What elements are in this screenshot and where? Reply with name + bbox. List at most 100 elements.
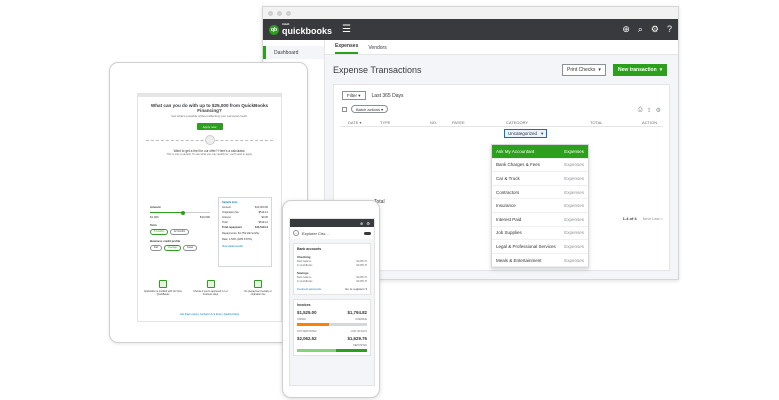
not-deposited-segment: [297, 349, 337, 352]
unpaid-bar: [297, 323, 367, 326]
plus-icon[interactable]: ⊕: [360, 221, 363, 226]
column-header[interactable]: CATEGORY: [506, 120, 528, 125]
back-icon[interactable]: ‹: [293, 230, 299, 236]
plus-icon[interactable]: ⊕: [622, 24, 630, 35]
dropdown-item[interactable]: Bank Charges & Fees Expenses: [492, 159, 588, 173]
connect-accounts-link[interactable]: Connect accounts: [297, 287, 321, 291]
tab-expenses[interactable]: Expenses: [335, 43, 359, 54]
sample-detail-link[interactable]: View detail results: [222, 245, 268, 248]
overdue-segment: [297, 323, 330, 326]
paid-label: NOT DEPOSITED: [297, 330, 317, 333]
bank-accounts-card: Bank accounts Checking Bank balance $3,685…: [293, 243, 371, 295]
term-option[interactable]: 12 months: [169, 229, 190, 235]
phone-top-bar: ⊕ ⚙: [290, 219, 374, 227]
toggle-switch[interactable]: [364, 231, 371, 235]
term-options: 6 months 12 months: [150, 229, 210, 235]
print-checks-button[interactable]: Print Checks ▾: [562, 64, 606, 76]
term-label: Term: [150, 223, 157, 227]
settings-icon[interactable]: ⚙: [656, 107, 661, 114]
dropdown-item-name: Contractors: [496, 189, 520, 195]
dropdown-item-type: Expenses: [564, 203, 584, 209]
new-transaction-button[interactable]: New transaction ▾: [613, 64, 668, 76]
dropdown-item-type: Expenses: [564, 189, 584, 195]
column-header[interactable]: NO.: [430, 120, 437, 125]
column-header[interactable]: DATE ▾: [348, 120, 362, 125]
window-dot[interactable]: [268, 10, 273, 16]
calculator-form: Amount $1,000 $10,000 Term 6 months 12 m…: [150, 201, 210, 251]
hamburger-icon[interactable]: ☰: [342, 24, 351, 35]
pager: 1-4 of 4 Next Last >: [623, 216, 663, 221]
table-tools: ⎙ ⇪ ⚙: [638, 107, 661, 114]
amount-min: $1,000: [150, 215, 159, 219]
dropdown-item[interactable]: Contractors Expenses: [492, 186, 588, 200]
dropdown-item[interactable]: Insurance Expenses: [492, 199, 588, 213]
window-dot[interactable]: [286, 10, 291, 16]
window-dot[interactable]: [277, 10, 282, 16]
dropdown-item[interactable]: Ask My Accountant Expenses: [492, 145, 588, 159]
deposited-amount: $1,629.76: [347, 336, 367, 341]
column-header[interactable]: TOTAL: [590, 120, 603, 125]
column-header[interactable]: ACTION: [642, 120, 657, 125]
export-icon[interactable]: ⇪: [647, 107, 652, 114]
bank-card-links: Connect accounts Go to registers ▾: [297, 287, 367, 291]
profile-option[interactable]: Fair: [150, 245, 163, 251]
quickbooks-logo[interactable]: qb intuit quickbooks: [269, 23, 332, 36]
dropdown-item[interactable]: Car & Truck Expenses: [492, 172, 588, 186]
batch-actions-button[interactable]: Batch actions ▾: [351, 105, 389, 113]
apply-now-button[interactable]: Apply now: [196, 123, 223, 130]
feature-icons: Application is prefilled with info from …: [144, 280, 277, 296]
search-icon[interactable]: ⌕: [638, 24, 643, 35]
feature-item: Application is prefilled with info from …: [144, 280, 182, 296]
logo-mark-icon: qb: [269, 24, 279, 35]
profile-option[interactable]: Average: [164, 245, 181, 251]
clock-icon: [206, 280, 215, 288]
category-select[interactable]: Uncategorized ▾: [504, 129, 548, 138]
sample-row: Origination fee $519.14: [222, 211, 268, 214]
footer-links[interactable]: Get Fast Loans | Contact Us & Fees | Qua…: [138, 313, 281, 316]
amount-slider[interactable]: [150, 210, 210, 215]
dropdown-item-type: Expenses: [564, 216, 584, 222]
tab-bar: Expenses Vendors: [325, 40, 678, 55]
chevron-down-icon: ▾: [541, 130, 544, 136]
bank-account[interactable]: Checking Bank balance $3,685.76 In QuickBoo…: [297, 255, 367, 267]
dropdown-item[interactable]: Interest Paid Expenses: [492, 213, 588, 227]
filter-button[interactable]: Filter ▾: [342, 91, 366, 100]
print-checks-label: Print Checks: [567, 67, 596, 73]
tab-vendors[interactable]: Vendors: [368, 45, 386, 54]
dropdown-item-name: Job Supplies: [496, 230, 522, 236]
pager-next[interactable]: Next Last >: [643, 216, 663, 221]
sample-row: Total repayment $10,519.14: [222, 226, 268, 229]
profile-options: Fair Average Great: [150, 245, 210, 251]
column-header[interactable]: TYPE: [380, 120, 390, 125]
days-label: LAST 30 DAYS: [350, 330, 367, 333]
registers-link[interactable]: Go to registers ▾: [345, 287, 367, 291]
feature-item: Choose if you're approved in 1-2 busines…: [192, 280, 230, 296]
select-all-checkbox[interactable]: [342, 106, 347, 112]
dropdown-item[interactable]: Job Supplies Expenses: [492, 227, 588, 241]
amount-label: Amount: [150, 205, 161, 209]
sidebar-item-dashboard[interactable]: Dashboard: [263, 46, 324, 59]
help-icon[interactable]: ?: [667, 24, 672, 35]
dropdown-item-name: Bank Charges & Fees: [496, 162, 541, 168]
chevron-down-icon: ▾: [659, 67, 663, 73]
deposited-label: DEPOSITED: [353, 344, 367, 347]
term-option[interactable]: 6 months: [150, 229, 168, 235]
print-icon[interactable]: ⎙: [638, 107, 643, 114]
open-segment: [329, 323, 367, 326]
slider-knob[interactable]: [181, 210, 186, 215]
new-transaction-label: New transaction: [618, 67, 657, 73]
profile-option[interactable]: Great: [183, 245, 197, 251]
gear-icon[interactable]: ⚙: [366, 221, 370, 226]
dropdown-item[interactable]: Legal & Professional Services Expenses: [492, 240, 588, 254]
bank-account[interactable]: Savings Bank balance $3,685.76 In QuickBook…: [297, 271, 367, 283]
column-header[interactable]: PAYEE: [452, 120, 465, 125]
dropdown-item-type: Expenses: [564, 148, 584, 154]
feature-item: No prepayment penalty or origination fee: [239, 280, 277, 296]
dropdown-item[interactable]: Meals & Entertainment Expenses: [492, 254, 588, 268]
sample-repayments: Repayments: $1,753.19/monthly: [222, 232, 260, 235]
invoices-card: Invoices $1,525.00 $1,794.82 UNPAID OVER…: [293, 299, 371, 356]
bank-card-title: Bank accounts: [297, 247, 322, 251]
calculator-subtitle: This is only a sample. To see what you m…: [166, 153, 253, 156]
gear-icon[interactable]: ⚙: [651, 24, 659, 35]
chevron-down-icon: ▾: [598, 67, 601, 73]
